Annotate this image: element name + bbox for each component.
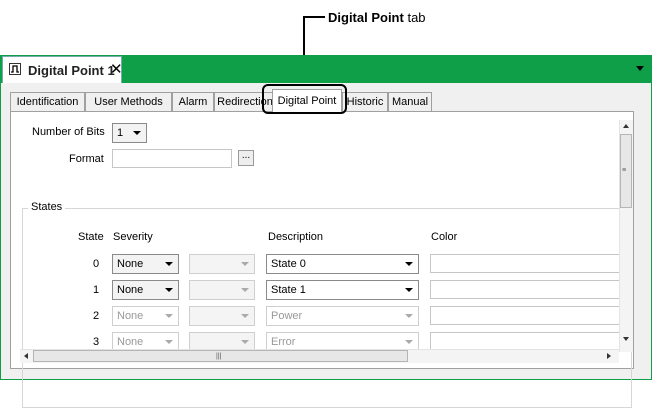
severity-select[interactable]: None — [112, 254, 179, 274]
scroll-up-icon[interactable] — [623, 124, 629, 128]
description-value: State 1 — [271, 284, 306, 296]
tab-list-dropdown-icon[interactable] — [636, 66, 644, 71]
tab-historic[interactable]: Historic — [342, 92, 388, 111]
color-field[interactable] — [430, 254, 620, 273]
state-number: 1 — [93, 284, 100, 296]
format-browse-button[interactable]: ... — [238, 150, 254, 166]
chevron-down-icon — [165, 288, 173, 292]
format-label: Format — [69, 153, 104, 165]
number-of-bits-label: Number of Bits — [32, 126, 105, 138]
chevron-down-icon — [241, 340, 249, 344]
scroll-right-icon[interactable] — [607, 353, 611, 359]
callout-line-horizontal — [303, 16, 325, 18]
chevron-down-icon — [405, 288, 413, 292]
scroll-down-icon[interactable] — [623, 337, 629, 341]
tab-manual[interactable]: Manual — [388, 92, 432, 111]
grip-icon: ||| — [216, 353, 222, 360]
color-field[interactable] — [430, 280, 620, 299]
state-number: 0 — [93, 258, 100, 270]
callout-label-rest: tab — [403, 10, 426, 25]
color-field[interactable] — [430, 306, 620, 325]
state-number: 3 — [93, 336, 100, 348]
severity-value: None — [117, 284, 144, 296]
format-field[interactable] — [112, 149, 232, 168]
state-number: 2 — [93, 310, 100, 322]
description-combo[interactable]: Power — [266, 306, 419, 326]
chevron-down-icon — [165, 262, 173, 266]
chevron-down-icon — [405, 340, 413, 344]
tab-digital-point[interactable]: Digital Point — [272, 89, 342, 112]
document-tab[interactable]: Digital Point 1 ✕ — [2, 56, 123, 83]
chevron-down-icon — [405, 262, 413, 266]
tab-identification[interactable]: Identification — [10, 92, 85, 111]
callout-label: Digital Point tab — [328, 10, 426, 25]
document-tab-title: Digital Point 1 — [28, 63, 115, 78]
description-column-header: Description — [268, 231, 324, 243]
severity-value: None — [117, 336, 144, 348]
secondary-select[interactable] — [189, 254, 255, 274]
scroll-left-icon[interactable] — [24, 353, 28, 359]
grip-icon: ≡ — [622, 167, 627, 174]
secondary-select[interactable] — [189, 280, 255, 300]
description-value: State 0 — [271, 258, 306, 270]
description-combo[interactable]: State 0 — [266, 254, 419, 274]
color-column-header: Color — [431, 231, 458, 243]
state-column-header: State — [78, 231, 104, 243]
severity-value: None — [117, 310, 144, 322]
chevron-down-icon — [165, 340, 173, 344]
chevron-down-icon — [133, 131, 141, 135]
callout-label-bold: Digital Point — [328, 10, 404, 25]
chevron-down-icon — [241, 262, 249, 266]
tab-alarm[interactable]: Alarm — [172, 92, 214, 111]
chevron-down-icon — [165, 314, 173, 318]
tab-user-methods[interactable]: User Methods — [85, 92, 172, 111]
chevron-down-icon — [405, 314, 413, 318]
states-group-title: States — [28, 201, 66, 213]
chevron-down-icon — [241, 288, 249, 292]
number-of-bits-select[interactable]: 1 — [112, 123, 147, 143]
close-icon[interactable]: ✕ — [110, 60, 123, 78]
description-value: Error — [271, 336, 296, 348]
chevron-down-icon — [241, 314, 249, 318]
description-combo[interactable]: State 1 — [266, 280, 419, 300]
severity-value: None — [117, 258, 144, 270]
severity-select[interactable]: None — [112, 280, 179, 300]
description-value: Power — [271, 310, 303, 322]
severity-column-header: Severity — [113, 231, 153, 243]
digital-point-icon — [9, 63, 21, 75]
secondary-select[interactable] — [189, 306, 255, 326]
number-of-bits-value: 1 — [117, 127, 124, 139]
severity-select[interactable]: None — [112, 306, 179, 326]
